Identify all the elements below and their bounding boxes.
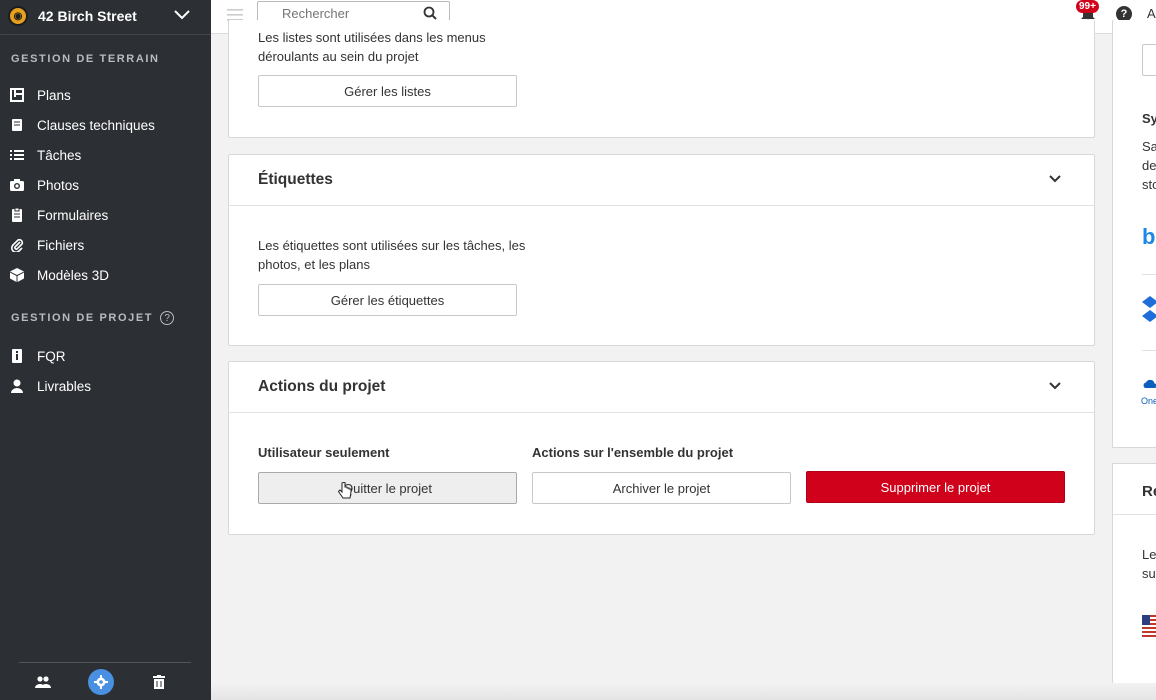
delete-project-button[interactable]: Supprimer le projet xyxy=(806,471,1065,503)
onedrive-label: One xyxy=(1141,396,1156,406)
sidebar-item-label: Clauses techniques xyxy=(37,117,155,133)
region-line: sur xyxy=(1142,566,1156,581)
sidebar-footer-divider xyxy=(19,662,191,663)
region-panel: Ré Les sur xyxy=(1112,463,1156,700)
section-field-management: GESTION DE TERRAIN xyxy=(11,53,160,65)
camera-icon xyxy=(10,178,24,192)
sidebar-item-photos[interactable]: Photos xyxy=(0,170,211,200)
forms-icon xyxy=(10,208,24,222)
dropbox-logo-icon[interactable] xyxy=(1142,296,1156,326)
hand-cursor-icon xyxy=(338,482,352,499)
sidebar-item-label: Photos xyxy=(37,177,80,193)
sidebar-item-specs[interactable]: Clauses techniques xyxy=(0,110,211,140)
help-circle-icon[interactable]: ? xyxy=(160,311,175,325)
sync-line: de xyxy=(1142,158,1156,173)
sidebar-item-plans[interactable]: Plans xyxy=(0,80,211,110)
rfi-icon xyxy=(10,349,24,363)
tags-description: Les étiquettes sont utilisées sur les tâ… xyxy=(258,238,526,272)
sync-title: Sy xyxy=(1142,111,1156,126)
notification-badge: 99+ xyxy=(1076,0,1099,13)
integration-input[interactable] xyxy=(1142,44,1156,76)
plans-icon xyxy=(10,88,24,102)
sidebar-item-deliverables[interactable]: Livrables xyxy=(0,371,211,401)
section-project-management: GESTION DE PROJET ? xyxy=(0,311,175,325)
project-actions-panel: Actions du projet Utilisateur seulement … xyxy=(228,361,1095,535)
chevron-down-icon[interactable] xyxy=(1048,174,1062,184)
us-flag-icon[interactable] xyxy=(1142,615,1156,639)
sidebar-item-rfi[interactable]: FQR xyxy=(0,341,211,371)
sidebar-item-label: Modèles 3D xyxy=(37,267,110,283)
sync-line: Sa xyxy=(1142,139,1156,154)
sidebar-item-3d-models[interactable]: Modèles 3D xyxy=(0,260,211,290)
bottom-shadow xyxy=(211,683,1156,700)
specs-icon xyxy=(10,118,24,132)
sidebar: ◉ 42 Birch Street GESTION DE TERRAIN Pla… xyxy=(0,0,211,700)
tags-panel-header[interactable]: Étiquettes xyxy=(229,155,1094,206)
sidebar-item-label: Tâches xyxy=(37,147,82,163)
manage-tags-button[interactable]: Gérer les étiquettes xyxy=(258,284,517,316)
user-menu[interactable]: A xyxy=(1147,6,1156,21)
section-title: GESTION DE PROJET xyxy=(11,312,154,324)
tasks-icon xyxy=(10,148,24,162)
gear-icon xyxy=(94,675,108,689)
archive-project-button[interactable]: Archiver le projet xyxy=(532,472,791,504)
sidebar-item-files[interactable]: Fichiers xyxy=(0,230,211,260)
sidebar-item-label: Fichiers xyxy=(37,237,85,253)
team-button[interactable] xyxy=(30,669,56,695)
sidebar-item-label: FQR xyxy=(37,348,66,364)
project-name: 42 Birch Street xyxy=(38,8,137,24)
trash-button[interactable] xyxy=(146,669,172,695)
actions-panel-title: Actions du projet xyxy=(258,378,386,395)
leave-project-button[interactable]: Quitter le projet xyxy=(258,472,517,504)
sidebar-item-label: Formulaires xyxy=(37,207,109,223)
chevron-down-icon[interactable] xyxy=(1048,381,1062,391)
sidebar-item-forms[interactable]: Formulaires xyxy=(0,200,211,230)
project-logo: ◉ xyxy=(8,6,28,26)
user-only-label: Utilisateur seulement xyxy=(258,445,390,460)
lists-panel: Les listes sont utilisées dans les menus… xyxy=(228,20,1095,138)
divider xyxy=(1142,350,1156,351)
chevron-down-icon[interactable] xyxy=(173,7,191,23)
lists-description: Les listes sont utilisées dans les menus… xyxy=(258,30,486,64)
settings-button[interactable] xyxy=(88,669,114,695)
project-switcher[interactable]: ◉ 42 Birch Street xyxy=(0,0,211,32)
sidebar-divider xyxy=(0,34,211,35)
sync-line: sto xyxy=(1142,177,1156,192)
tags-panel-title: Étiquettes xyxy=(258,171,333,188)
manage-lists-button[interactable]: Gérer les listes xyxy=(258,75,517,107)
paperclip-icon xyxy=(10,238,24,252)
whole-project-label: Actions sur l'ensemble du projet xyxy=(532,445,734,460)
region-panel-title: Ré xyxy=(1142,483,1156,500)
actions-panel-header[interactable]: Actions du projet xyxy=(229,362,1094,413)
tags-panel: Étiquettes Les étiquettes sont utilisées… xyxy=(228,154,1095,346)
person-icon xyxy=(10,379,24,393)
search-icon[interactable] xyxy=(423,6,437,20)
divider xyxy=(1142,274,1156,275)
integrations-panel: Sy Sa de sto b One xyxy=(1112,20,1156,448)
sidebar-item-label: Plans xyxy=(37,87,71,103)
sidebar-item-tasks[interactable]: Tâches xyxy=(0,140,211,170)
trash-icon xyxy=(153,675,165,689)
region-line: Les xyxy=(1142,547,1156,562)
box-logo-icon[interactable]: b xyxy=(1142,224,1155,250)
onedrive-logo-icon[interactable] xyxy=(1142,377,1156,389)
team-icon xyxy=(35,676,51,688)
cube-icon xyxy=(10,268,24,282)
sidebar-item-label: Livrables xyxy=(37,378,92,394)
